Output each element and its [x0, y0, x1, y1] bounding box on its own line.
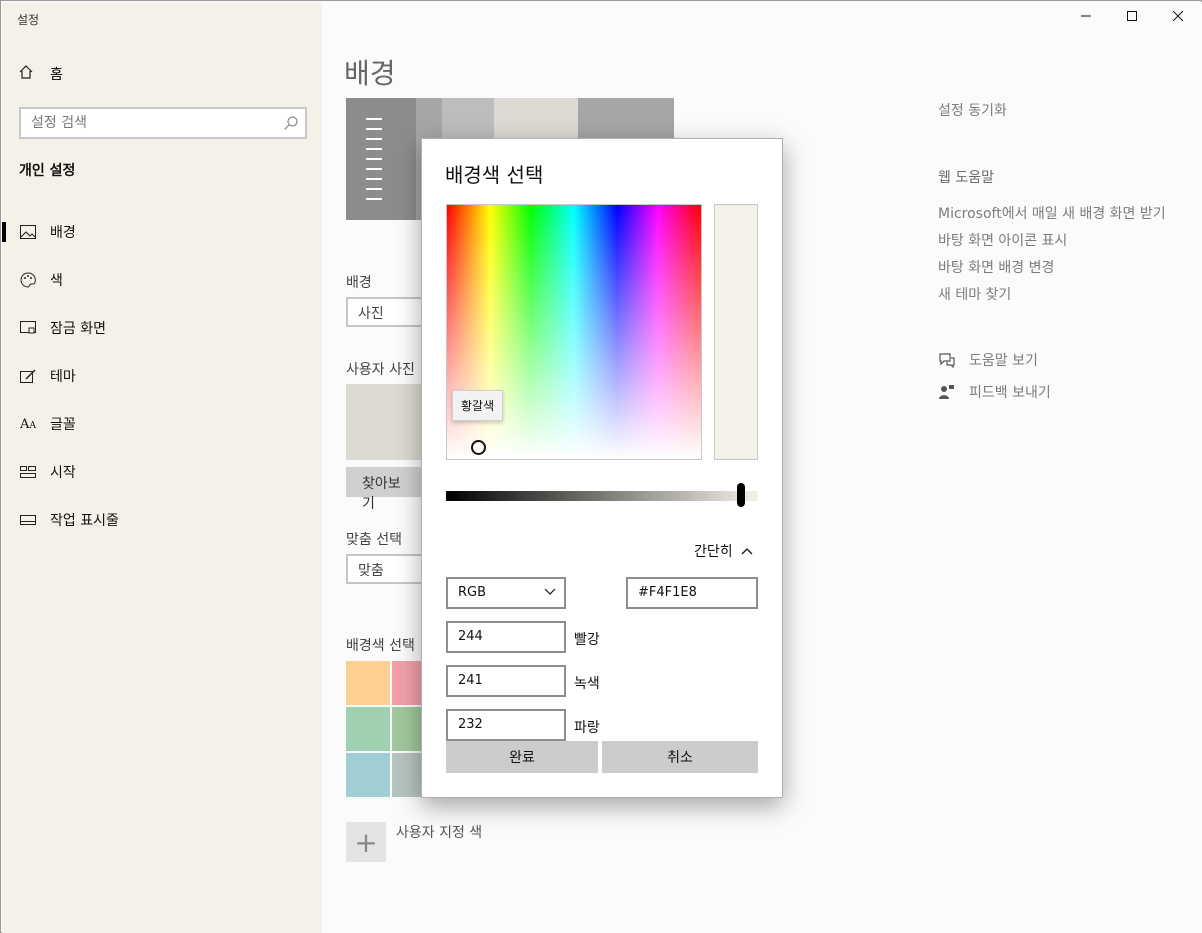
- green-label: 녹색: [574, 676, 600, 692]
- fit-dropdown-value: 맞춤: [358, 563, 384, 579]
- hex-input[interactable]: #F4F1E8: [626, 577, 758, 609]
- green-input[interactable]: 241: [446, 665, 566, 697]
- done-button[interactable]: 완료: [446, 741, 598, 773]
- browse-button[interactable]: 찾아보기: [346, 467, 422, 512]
- spectrum-cursor[interactable]: [471, 440, 486, 455]
- close-icon: [1172, 9, 1184, 25]
- sidebar-item-background[interactable]: 배경: [2, 208, 322, 256]
- feedback-icon: [938, 384, 955, 400]
- hex-value: #F4F1E8: [638, 585, 697, 600]
- blue-input[interactable]: 232: [446, 709, 566, 741]
- background-dropdown-value: 사진: [358, 306, 384, 322]
- sidebar-item-lock-screen[interactable]: 잠금 화면: [2, 304, 322, 352]
- color-mode-dropdown[interactable]: RGB: [446, 577, 566, 609]
- sidebar-item-label: 배경: [50, 225, 76, 241]
- color-name-tooltip: 황갈색: [452, 390, 504, 421]
- color-spectrum[interactable]: 황갈색: [446, 204, 702, 460]
- feedback-label: 피드백 보내기: [969, 385, 1051, 401]
- sidebar-item-label: 색: [50, 273, 63, 289]
- help-link-desktop-icons[interactable]: 바탕 화면 아이콘 표시: [938, 230, 1067, 250]
- sidebar-item-label: 작업 표시줄: [50, 513, 119, 529]
- start-icon: [19, 463, 37, 481]
- chevron-down-icon: [544, 588, 556, 595]
- help-link-change-background[interactable]: 바탕 화면 배경 변경: [938, 257, 1054, 277]
- maximize-button[interactable]: [1109, 1, 1155, 33]
- web-help-title: 웹 도움말: [938, 170, 994, 186]
- picture-thumbnail[interactable]: [346, 384, 422, 460]
- fit-label: 맞춤 선택: [346, 532, 402, 548]
- minimize-icon: [1081, 9, 1091, 25]
- help-link-daily-wallpaper[interactable]: Microsoft에서 매일 새 배경 화면 받기: [938, 203, 1166, 223]
- less-label: 간단히: [694, 544, 733, 560]
- bg-color-label: 배경색 선택: [346, 638, 415, 654]
- sync-settings-link[interactable]: 설정 동기화: [938, 100, 1007, 120]
- close-button[interactable]: [1155, 1, 1201, 33]
- chevron-up-icon: [733, 543, 753, 559]
- maximize-icon: [1127, 9, 1137, 25]
- blue-value: 232: [458, 717, 483, 732]
- custom-color-label: 사용자 지정 색: [396, 825, 483, 841]
- slider-thumb[interactable]: [737, 483, 745, 507]
- less-toggle[interactable]: 간단히: [694, 541, 753, 561]
- sidebar-item-label: 시작: [50, 465, 76, 481]
- custom-color-button[interactable]: + 사용자 지정 색: [346, 822, 482, 862]
- color-swatch[interactable]: [346, 661, 390, 705]
- get-help-label: 도움말 보기: [969, 353, 1038, 369]
- search-input[interactable]: [21, 109, 261, 137]
- brightness-slider[interactable]: [446, 483, 758, 507]
- sidebar-item-taskbar[interactable]: 작업 표시줄: [2, 496, 322, 544]
- font-icon: AA: [20, 416, 36, 432]
- blue-label: 파랑: [574, 720, 600, 736]
- settings-window: 설정 홈 개인 설정 배경 색 잠금 화면: [0, 0, 1202, 933]
- lock-screen-icon: [19, 319, 37, 337]
- feedback-link[interactable]: 피드백 보내기: [938, 382, 1051, 402]
- color-picker-dialog: 배경색 선택 황갈색 간단히 RGB #F4F1E8 244 빨강 241 녹색…: [421, 138, 783, 798]
- sidebar-item-fonts[interactable]: AA 글꼴: [2, 400, 322, 448]
- background-label: 배경: [346, 275, 372, 291]
- your-picture-label: 사용자 사진: [346, 362, 415, 378]
- color-swatch[interactable]: [346, 707, 390, 751]
- taskbar-icon: [19, 511, 37, 529]
- color-mode-value: RGB: [458, 585, 487, 600]
- nav-home[interactable]: 홈: [18, 64, 63, 84]
- search-icon: [283, 115, 299, 135]
- sidebar: 설정 홈 개인 설정 배경 색 잠금 화면: [2, 2, 322, 933]
- sidebar-item-label: 잠금 화면: [50, 321, 106, 337]
- minimize-button[interactable]: [1063, 1, 1109, 33]
- dialog-title: 배경색 선택: [445, 163, 544, 187]
- sidebar-item-label: 글꼴: [50, 417, 76, 433]
- chat-help-icon: [938, 352, 955, 368]
- nav-list: 배경 색 잠금 화면 테마 AA 글꼴 시작 작업 표시줄: [2, 208, 322, 544]
- app-title: 설정: [17, 13, 40, 27]
- get-help-link[interactable]: 도움말 보기: [938, 350, 1038, 370]
- sidebar-item-color[interactable]: 색: [2, 256, 322, 304]
- section-title: 개인 설정: [19, 163, 76, 179]
- red-input[interactable]: 244: [446, 621, 566, 653]
- palette-icon: [19, 271, 37, 289]
- sidebar-item-label: 테마: [50, 369, 76, 385]
- red-label: 빨강: [574, 632, 600, 648]
- green-value: 241: [458, 673, 483, 688]
- sidebar-item-start[interactable]: 시작: [2, 448, 322, 496]
- cancel-button[interactable]: 취소: [602, 741, 758, 773]
- page-title: 배경: [344, 57, 396, 90]
- nav-home-label: 홈: [50, 67, 63, 83]
- home-icon: [18, 64, 50, 84]
- theme-brush-icon: [19, 367, 37, 385]
- search-box[interactable]: [19, 107, 307, 139]
- color-swatch[interactable]: [346, 753, 390, 797]
- plus-icon: +: [346, 822, 386, 862]
- help-link-find-themes[interactable]: 새 테마 찾기: [938, 284, 1011, 304]
- red-value: 244: [458, 629, 483, 644]
- sidebar-item-themes[interactable]: 테마: [2, 352, 322, 400]
- selected-color-preview: [714, 204, 758, 460]
- picture-icon: [19, 223, 37, 241]
